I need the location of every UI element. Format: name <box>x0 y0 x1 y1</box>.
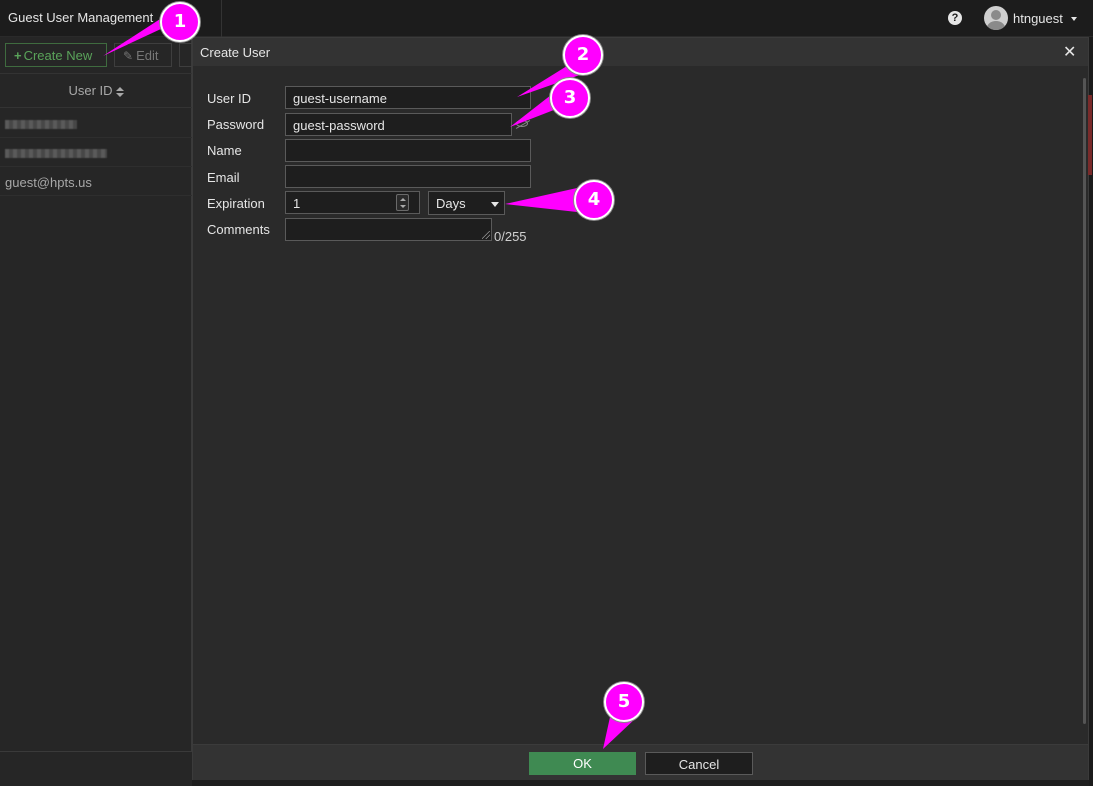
caret-down-icon[interactable] <box>1071 17 1077 21</box>
ok-button[interactable]: OK <box>529 752 636 775</box>
email-label: Email <box>207 170 240 185</box>
username-menu[interactable]: htnguest <box>1013 11 1063 26</box>
pencil-icon: ✎ <box>123 49 134 63</box>
list-toolbar: + Create New ✎ Edit <box>0 37 193 74</box>
callout-badge-4: 4 <box>574 180 614 220</box>
redacted-text <box>5 120 77 129</box>
sort-icon[interactable] <box>115 86 124 97</box>
resize-handle-icon[interactable] <box>482 231 490 239</box>
name-field[interactable] <box>285 139 531 162</box>
table-row[interactable] <box>0 138 192 167</box>
plus-icon: + <box>14 48 22 63</box>
caret-down-icon <box>491 202 499 207</box>
user-list-panel: + Create New ✎ Edit User ID guest@hpts.us <box>0 37 193 786</box>
column-header-label: User ID <box>68 83 113 98</box>
cancel-button[interactable]: Cancel <box>645 752 753 775</box>
dialog-header: Create User ✕ <box>193 38 1088 66</box>
dialog-title: Create User <box>200 45 271 60</box>
close-icon[interactable]: ✕ <box>1063 42 1076 62</box>
name-label: Name <box>207 143 242 158</box>
callout-badge-2: 2 <box>563 35 603 75</box>
table-row[interactable]: guest@hpts.us <box>0 167 192 196</box>
create-new-label: Create New <box>23 48 93 63</box>
redacted-text <box>5 149 107 158</box>
expiration-unit-select[interactable]: Days <box>428 191 505 215</box>
callout-badge-3: 3 <box>550 78 590 118</box>
expiration-unit-value: Days <box>436 196 466 211</box>
create-user-dialog: Create User ✕ User ID guest-username Pas… <box>192 37 1089 780</box>
comments-char-count: 0/255 <box>494 229 527 244</box>
dialog-scrollbar[interactable] <box>1083 78 1086 724</box>
user-id-label: User ID <box>207 91 252 106</box>
user-id-field[interactable]: guest-username <box>285 86 531 109</box>
dialog-footer: OK Cancel <box>193 744 1088 780</box>
help-icon[interactable]: ? <box>948 11 962 25</box>
edit-label: Edit <box>136 48 159 63</box>
background-pagination-strip <box>192 780 1089 786</box>
callout-badge-1: 1 <box>160 2 200 42</box>
comments-label: Comments <box>207 222 270 237</box>
row-user-id: guest@hpts.us <box>5 175 92 190</box>
list-footer <box>0 751 192 786</box>
email-field[interactable] <box>285 165 531 188</box>
background-scrollbar <box>1088 95 1092 175</box>
table-row[interactable] <box>0 109 192 138</box>
create-new-button[interactable]: + Create New <box>5 43 107 67</box>
comments-field[interactable] <box>285 218 492 241</box>
edit-button[interactable]: ✎ Edit <box>114 43 172 67</box>
callout-badge-5: 5 <box>604 682 644 722</box>
expiration-label: Expiration <box>207 196 265 211</box>
eye-slash-icon[interactable] <box>516 120 528 127</box>
avatar[interactable] <box>984 6 1008 30</box>
password-field[interactable]: guest-password <box>285 113 512 136</box>
column-header-user-id[interactable]: User ID <box>0 74 192 108</box>
spinner-icon[interactable] <box>396 194 409 211</box>
password-label: Password <box>207 117 265 132</box>
toolbar-button-partial[interactable] <box>179 43 193 67</box>
